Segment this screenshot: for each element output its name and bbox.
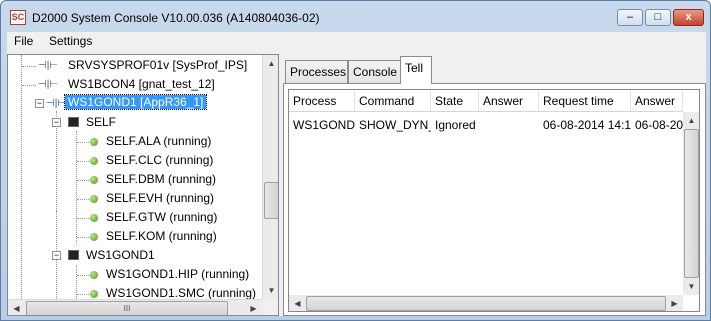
column-header-process[interactable]: Process: [289, 90, 355, 112]
server-link-icon: ⊣|⊢: [38, 79, 59, 90]
menu-bar: File Settings: [7, 32, 706, 51]
tree-item-label: SELF.KOM (running): [106, 229, 217, 243]
collapse-icon[interactable]: −: [52, 251, 61, 260]
table-cell-process[interactable]: WS1GOND1: [289, 118, 355, 132]
scroll-thumb[interactable]: [684, 129, 699, 278]
column-header-command[interactable]: Command: [355, 90, 431, 112]
scroll-up-icon[interactable]: ▲: [263, 55, 278, 72]
tree-item-label: WS1BCON4 [gnat_test_12]: [68, 77, 215, 91]
column-header-state[interactable]: State: [431, 90, 479, 112]
list-horizontal-scrollbar[interactable]: ◀ ▶: [289, 295, 683, 311]
tree-connector: [77, 218, 91, 219]
status-dot-icon: [90, 176, 98, 184]
tree-item-self-evh[interactable]: SELF.EVH (running): [8, 189, 262, 208]
tree-item-label: SELF.ALA (running): [106, 134, 212, 148]
status-dot-icon: [90, 195, 98, 203]
tree-item-label: WS1GOND1: [86, 248, 155, 262]
tree-vertical-scrollbar[interactable]: ▲ ▼: [262, 55, 278, 299]
tree-connector: [77, 294, 91, 295]
computer-icon: [68, 250, 79, 260]
tree-item-label: WS1GOND1 [AppR36_1]: [63, 94, 208, 110]
scroll-thumb[interactable]: [306, 296, 666, 311]
status-dot-icon: [90, 233, 98, 241]
scroll-right-icon[interactable]: ▶: [245, 300, 262, 315]
tell-tab-panel: Process Command State Answer Request tim…: [283, 83, 706, 316]
tree-connector: [77, 237, 91, 238]
tab-console[interactable]: Console: [348, 60, 401, 83]
tree-item-label: WS1GOND1.SMC (running): [106, 286, 257, 300]
tree-connector: [77, 142, 91, 143]
tree-item-ws1gond1-app[interactable]: − ⊣|⊢ WS1GOND1 [AppR36_1]: [8, 94, 262, 113]
table-cell-command[interactable]: SHOW_DYN_I: [355, 118, 431, 132]
tree-item-label: SELF.EVH (running): [106, 191, 215, 205]
tree-item-label: WS1GOND1.HIP (running): [106, 267, 250, 281]
scroll-up-icon[interactable]: ▲: [683, 112, 699, 129]
tree-connector: [77, 180, 91, 181]
tab-processes[interactable]: Processes: [285, 60, 348, 83]
tree-item-self[interactable]: − SELF: [8, 113, 262, 132]
scroll-down-icon[interactable]: ▼: [263, 282, 278, 299]
tree-item-self-ala[interactable]: SELF.ALA (running): [8, 132, 262, 151]
status-dot-icon: [90, 138, 98, 146]
title-bar[interactable]: SC D2000 System Console V10.00.036 (A140…: [1, 1, 710, 32]
tree-item-label: SELF.GTW (running): [106, 210, 218, 224]
tree-item-label: SELF.CLC (running): [106, 153, 214, 167]
window-title: D2000 System Console V10.00.036 (A140804…: [32, 11, 320, 25]
status-dot-icon: [90, 290, 98, 298]
column-header-request-time[interactable]: Request time: [539, 90, 631, 112]
minimize-button[interactable]: –: [617, 9, 643, 26]
tree-item-label: SELF: [86, 115, 117, 129]
tree-connector: [77, 199, 91, 200]
status-dot-icon: [90, 157, 98, 165]
status-dot-icon: [90, 214, 98, 222]
menu-settings[interactable]: Settings: [49, 34, 92, 48]
scroll-thumb[interactable]: [264, 182, 278, 219]
tree-item-label: SRVSYSPROF01v [SysProf_IPS]: [68, 58, 248, 72]
column-header-answer[interactable]: Answer: [479, 90, 539, 112]
tab-tell[interactable]: Tell: [400, 56, 432, 84]
scroll-left-icon[interactable]: ◀: [8, 300, 25, 315]
tree-connector: [22, 85, 36, 86]
table-cell-request-time[interactable]: 06-08-2014 14:13: [539, 118, 631, 132]
client-area: ⊣|⊢ SRVSYSPROF01v [SysProf_IPS] ⊣|⊢ WS1B…: [7, 51, 706, 316]
server-link-icon: ⊣|⊢: [46, 98, 67, 109]
computer-icon: [68, 117, 79, 127]
tree-item-self-kom[interactable]: SELF.KOM (running): [8, 227, 262, 246]
main-window: SC D2000 System Console V10.00.036 (A140…: [0, 0, 711, 321]
tree-item-ws1gond1-hip[interactable]: WS1GOND1.HIP (running): [8, 265, 262, 284]
tell-list[interactable]: Process Command State Answer Request tim…: [288, 89, 700, 312]
scroll-thumb[interactable]: III: [26, 301, 228, 315]
tree-item-self-clc[interactable]: SELF.CLC (running): [8, 151, 262, 170]
column-header-answer-time[interactable]: Answer: [631, 90, 683, 112]
tree-item-srvsysprof01v[interactable]: ⊣|⊢ SRVSYSPROF01v [SysProf_IPS]: [8, 56, 262, 75]
close-button[interactable]: x: [673, 9, 704, 26]
scroll-down-icon[interactable]: ▼: [683, 278, 699, 295]
process-tree[interactable]: ⊣|⊢ SRVSYSPROF01v [SysProf_IPS] ⊣|⊢ WS1B…: [7, 54, 279, 316]
tree-item-self-dbm[interactable]: SELF.DBM (running): [8, 170, 262, 189]
table-cell-state[interactable]: Ignored: [431, 118, 479, 132]
tree-item-ws1gond1[interactable]: − WS1GOND1: [8, 246, 262, 265]
tree-connector: [22, 66, 36, 67]
collapse-icon[interactable]: −: [35, 99, 44, 108]
tree-connector: [77, 275, 91, 276]
scroll-right-icon[interactable]: ▶: [666, 295, 683, 311]
tree-item-label: SELF.DBM (running): [106, 172, 217, 186]
status-dot-icon: [90, 271, 98, 279]
list-vertical-scrollbar[interactable]: ▲ ▼: [683, 112, 699, 295]
table-cell-answer-time[interactable]: 06-08-20: [631, 118, 683, 132]
app-icon: SC: [10, 10, 26, 25]
tree-item-self-gtw[interactable]: SELF.GTW (running): [8, 208, 262, 227]
scrollbar-corner: [262, 299, 278, 315]
collapse-icon[interactable]: −: [52, 118, 61, 127]
scroll-left-icon[interactable]: ◀: [289, 295, 306, 311]
maximize-button[interactable]: □: [645, 9, 671, 26]
server-link-icon: ⊣|⊢: [38, 60, 59, 71]
tree-connector: [77, 161, 91, 162]
tree-item-ws1bcon4[interactable]: ⊣|⊢ WS1BCON4 [gnat_test_12]: [8, 75, 262, 94]
menu-file[interactable]: File: [14, 34, 33, 48]
tree-horizontal-scrollbar[interactable]: ◀ III ▶: [8, 299, 262, 315]
